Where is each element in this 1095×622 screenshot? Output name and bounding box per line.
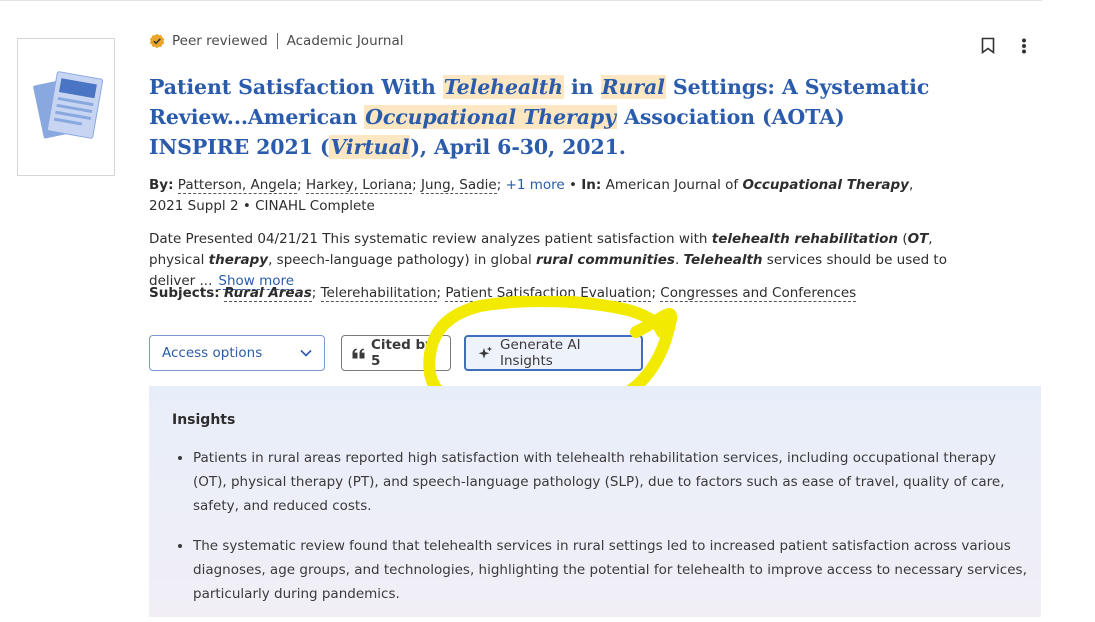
title-text: ), April 6-30, 2021. [410, 135, 626, 159]
in-label: In: [581, 177, 602, 193]
more-vertical-icon[interactable] [1021, 38, 1027, 54]
peer-reviewed-label: Peer reviewed [172, 33, 268, 49]
insights-heading: Insights [172, 412, 236, 428]
abstract-text: , speech-language pathology) in global [268, 252, 537, 268]
generate-ai-insights-label: Generate AI Insights [500, 337, 581, 369]
insights-list: Patients in rural areas reported high sa… [174, 446, 1033, 622]
subject-link[interactable]: Congresses and Conferences [660, 285, 857, 302]
document-icon [33, 71, 104, 139]
by-label: By: [149, 177, 174, 193]
top-divider [0, 0, 1042, 1]
access-options-dropdown[interactable]: Access options [149, 335, 325, 371]
result-title[interactable]: Patient Satisfaction With Telehealth in … [149, 72, 939, 162]
title-text: in [563, 75, 601, 99]
author-link[interactable]: Jung, Sadie [421, 177, 497, 194]
ai-insights-panel: Insights Patients in rural areas reporte… [149, 386, 1041, 617]
abstract-text: Date Presented 04/21/21 This systematic … [149, 231, 712, 247]
insight-item: The systematic review found that telehea… [193, 534, 1033, 606]
abstract-text: ( [898, 231, 908, 247]
byline: By: Patterson, Angela; Harkey, Loriana; … [149, 177, 914, 214]
source-journal-prefix: American Journal of [605, 177, 743, 193]
title-text: Patient Satisfaction With [149, 75, 443, 99]
verified-badge-icon [149, 33, 165, 49]
quote-icon [352, 348, 365, 359]
title-highlight: Rural [600, 75, 666, 99]
result-meta: Peer reviewed Academic Journal [149, 31, 404, 51]
author-link[interactable]: Harkey, Loriana [306, 177, 413, 194]
abstract-emphasis: therapy [208, 252, 269, 268]
database-name: CINAHL Complete [255, 198, 375, 214]
meta-separator [276, 33, 278, 49]
bookmark-icon[interactable] [981, 37, 995, 54]
insight-item: Patients in rural areas reported high sa… [193, 446, 1033, 518]
access-options-label: Access options [162, 345, 263, 361]
result-actions [981, 37, 1027, 54]
subject-link[interactable]: Patient Satisfaction Evaluation [445, 285, 652, 302]
source-type: Academic Journal [286, 33, 404, 49]
abstract-emphasis: Telehealth [683, 252, 763, 268]
title-highlight: Occupational Therapy [364, 105, 617, 129]
title-highlight: Virtual [329, 135, 411, 159]
cited-by-button[interactable]: Cited by 5 [341, 335, 451, 371]
abstract-emphasis: OT [907, 231, 929, 247]
abstract-text: . [674, 252, 684, 268]
more-authors-link[interactable]: +1 more [506, 177, 565, 193]
abstract-emphasis: telehealth rehabilitation [711, 231, 899, 247]
subjects: Subjects: Rural Areas; Telerehabilitatio… [149, 285, 857, 302]
cited-by-label: Cited by 5 [371, 337, 434, 369]
chevron-down-icon [300, 345, 312, 361]
subjects-label: Subjects: [149, 285, 220, 301]
title-highlight: Telehealth [442, 75, 564, 99]
subject-link[interactable]: Rural Areas [223, 285, 312, 302]
source-journal-emphasis: Occupational Therapy [742, 177, 909, 193]
document-thumbnail[interactable] [17, 38, 115, 176]
subject-link[interactable]: Telerehabilitation [320, 285, 437, 302]
sparkle-icon [478, 346, 493, 361]
author-link[interactable]: Patterson, Angela [177, 177, 298, 194]
generate-ai-insights-button[interactable]: Generate AI Insights [464, 335, 643, 371]
abstract-emphasis: rural communities [536, 252, 675, 268]
